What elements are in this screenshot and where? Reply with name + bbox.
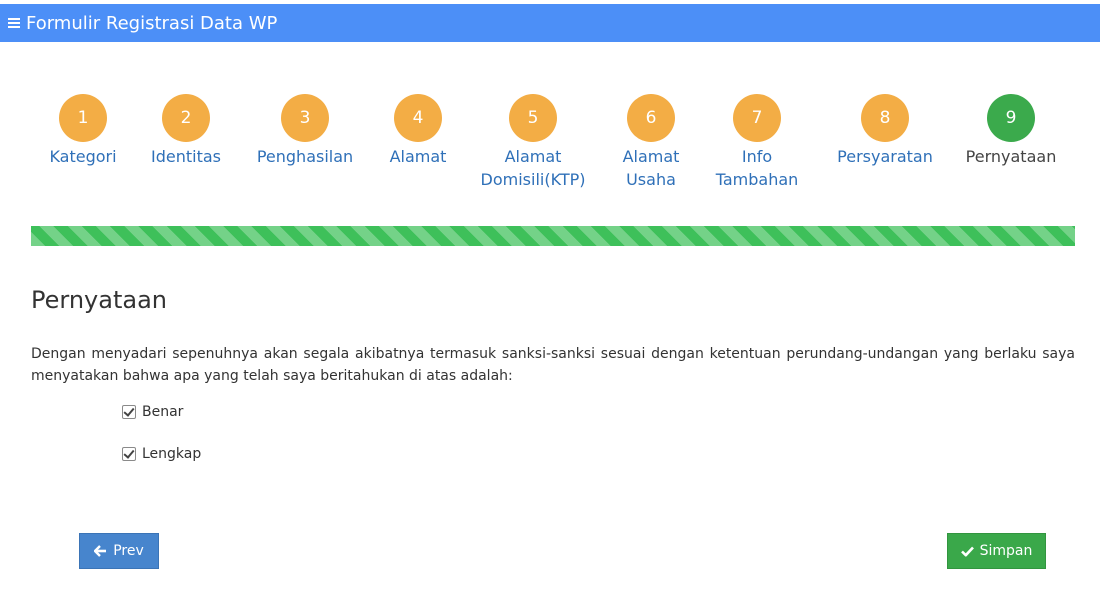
- prev-button[interactable]: Prev: [79, 533, 159, 569]
- statement-text: Dengan menyadari sepenuhnya akan segala …: [31, 346, 1075, 384]
- wizard-step-info-tambahan[interactable]: 7 Info Tambahan: [712, 94, 802, 191]
- checkmark-icon: [960, 546, 974, 557]
- header-bar: Formulir Registrasi Data WP: [0, 4, 1100, 42]
- wizard-steps: 1 Kategori 2 Identitas 3 Penghasilan 4 A…: [0, 94, 1100, 194]
- checkbox-benar[interactable]: [122, 405, 136, 419]
- step-number: 6: [627, 94, 675, 142]
- wizard-step-pernyataan[interactable]: 9 Pernyataan: [941, 94, 1081, 168]
- wizard-step-alamat-domisili[interactable]: 5 Alamat Domisili(KTP): [473, 94, 593, 191]
- page-title: Formulir Registrasi Data WP: [26, 12, 278, 34]
- section-title: Pernyataan: [31, 286, 167, 314]
- step-number: 7: [733, 94, 781, 142]
- step-label: Persyaratan: [837, 147, 933, 166]
- step-number: 4: [394, 94, 442, 142]
- step-label: Info Tambahan: [715, 147, 799, 189]
- step-number: 8: [861, 94, 909, 142]
- step-number: 5: [509, 94, 557, 142]
- step-label: Alamat: [389, 147, 447, 166]
- option-benar[interactable]: Benar: [122, 404, 183, 420]
- wizard-progress-bar: [31, 226, 1075, 246]
- step-label: Alamat Domisili(KTP): [480, 147, 586, 189]
- step-label: Pernyataan: [965, 147, 1057, 166]
- wizard-step-persyaratan[interactable]: 8 Persyaratan: [815, 94, 955, 168]
- progress-fill: [31, 226, 1075, 246]
- step-number: 3: [281, 94, 329, 142]
- step-number: 2: [162, 94, 210, 142]
- step-label: Alamat Usaha: [622, 147, 680, 189]
- checkbox-lengkap[interactable]: [122, 447, 136, 461]
- step-number: 9: [987, 94, 1035, 142]
- menu-icon[interactable]: [8, 18, 20, 28]
- option-label: Lengkap: [142, 446, 202, 462]
- wizard-step-alamat[interactable]: 4 Alamat: [348, 94, 488, 168]
- wizard-step-alamat-usaha[interactable]: 6 Alamat Usaha: [616, 94, 686, 191]
- save-button-label: Simpan: [979, 543, 1033, 559]
- arrow-left-icon: [94, 545, 107, 557]
- step-number: 1: [59, 94, 107, 142]
- prev-button-label: Prev: [113, 543, 144, 559]
- option-label: Benar: [142, 404, 184, 420]
- option-lengkap[interactable]: Lengkap: [122, 446, 201, 462]
- save-button[interactable]: Simpan: [947, 533, 1046, 569]
